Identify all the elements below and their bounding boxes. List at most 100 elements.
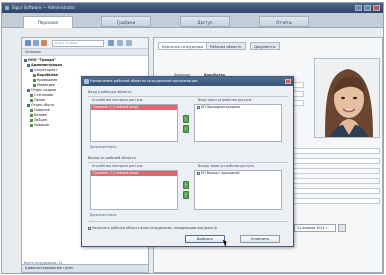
window-title: Sigur Software — Administrator: [12, 5, 76, 10]
date-field[interactable]: 21 апреля 2011 г.: [294, 224, 336, 232]
entry-right-header: Вход через устройства доступа: [198, 98, 252, 102]
calendar-icon[interactable]: [338, 224, 346, 232]
tab-schedules[interactable]: Графики: [101, 16, 151, 27]
search-input[interactable]: Поиск по базе: [52, 40, 104, 47]
employee-tree: ООО "Триада" Администрация Секретариат В…: [24, 58, 84, 128]
employee-photo-image: [315, 59, 379, 137]
person-icon: [33, 83, 36, 87]
list-item[interactable]: Турникет 1 (главный вход): [91, 105, 177, 110]
maximize-icon[interactable]: [364, 5, 371, 11]
dialog-title: Назначение рабочей области сотрудникам о…: [90, 79, 198, 83]
tree-item-label: Орлов: [34, 98, 46, 102]
checkbox[interactable]: [88, 226, 91, 230]
person-icon: [30, 108, 33, 112]
tree-item-label: Воробьёва: [37, 73, 58, 77]
cancel-button[interactable]: Отменить: [240, 235, 280, 243]
person-icon: [33, 78, 36, 82]
exit-assigned-list[interactable]: КП Выход с проходной: [194, 170, 282, 210]
checkbox[interactable]: [197, 171, 200, 175]
refresh-icon[interactable]: [126, 40, 132, 46]
select-button[interactable]: Выбрать: [185, 235, 225, 243]
info-field[interactable]: [284, 158, 380, 164]
employee-photo: [314, 58, 380, 138]
person-icon: [30, 113, 33, 117]
exit-right-header: Выход через устройства доступа: [198, 164, 254, 168]
tab-work-area[interactable]: Рабочая область: [206, 42, 246, 50]
search-icon[interactable]: [108, 40, 114, 46]
info-field[interactable]: [284, 188, 380, 194]
close-icon[interactable]: [285, 79, 291, 84]
divider: [88, 96, 288, 97]
tree-item-label: Смирнов: [34, 108, 50, 112]
tree-item[interactable]: Новиков: [24, 123, 84, 128]
employee-count: Всего сотрудников: 14: [24, 261, 63, 265]
assign-all-option[interactable]: Назначить рабочую область всем сотрудник…: [88, 226, 217, 230]
person-icon: [30, 123, 33, 127]
tab-employee-card[interactable]: Карточка сотрудника: [158, 42, 208, 50]
tab-documents[interactable]: Документы: [250, 42, 280, 50]
list-item[interactable]: КП Выход с проходной: [195, 171, 281, 176]
close-icon[interactable]: [373, 5, 380, 11]
info-field[interactable]: [284, 198, 380, 204]
assign-all-label: Назначить рабочую область всем сотрудник…: [92, 226, 217, 230]
edit-icon[interactable]: [33, 40, 39, 46]
person-icon: [30, 98, 33, 102]
minimize-icon[interactable]: [355, 5, 362, 11]
checkbox[interactable]: [197, 105, 200, 109]
app-icon: [5, 6, 9, 10]
tree-item-label: Новиков: [34, 123, 49, 127]
tree-item-label: Белова: [34, 113, 47, 117]
delete-icon[interactable]: [41, 40, 47, 46]
window-titlebar: Sigur Software — Administrator: [2, 3, 383, 13]
work-area-dialog: Назначение рабочей области сотрудникам о…: [81, 76, 294, 247]
tab-access[interactable]: Доступ: [180, 16, 230, 27]
move-right-icon[interactable]: ›: [183, 115, 189, 123]
divider: [88, 162, 288, 163]
person-icon: [30, 118, 33, 122]
folder-icon: [27, 88, 30, 92]
list-item-label: КП Выход с проходной: [201, 171, 240, 175]
info-field[interactable]: [284, 168, 380, 174]
entry-more-link[interactable]: Дополнительно: [90, 145, 116, 149]
tree-item-label: Зайцев: [34, 118, 47, 122]
tree-item-label: Кривошеев: [37, 78, 58, 82]
main-tab-bar: Персонал Графики Доступ Отчеты: [2, 13, 383, 28]
info-field[interactable]: [284, 178, 380, 184]
exit-more-link[interactable]: Дополнительно: [90, 213, 116, 217]
add-icon[interactable]: [25, 40, 31, 46]
tab-reports[interactable]: Отчеты: [259, 16, 309, 27]
folder-icon: [30, 68, 33, 72]
dialog-icon: [84, 79, 89, 84]
move-right-icon[interactable]: ›: [183, 181, 189, 189]
person-icon: [30, 93, 33, 97]
groups-admin-tab[interactable]: Администрирование групп: [22, 264, 148, 272]
tree-item-label: Администрация: [31, 63, 62, 67]
tree-header-label: Название: [25, 50, 41, 54]
tree-item-label: Медведев: [37, 83, 55, 87]
person-icon: [33, 73, 36, 77]
tab-personnel[interactable]: Персонал: [23, 16, 73, 28]
move-left-icon[interactable]: ‹: [183, 191, 189, 199]
folder-icon: [24, 58, 27, 62]
tree-item-label: Степанова: [34, 93, 54, 97]
entry-assigned-list[interactable]: КП Проходная входная: [194, 104, 282, 142]
tree-item-label: Отдел сбыта: [31, 103, 55, 107]
window-controls: [355, 5, 380, 11]
move-left-icon[interactable]: ‹: [183, 125, 189, 133]
tree-toolbar: Поиск по базе: [22, 38, 148, 49]
info-field[interactable]: [284, 148, 380, 154]
folder-icon: [27, 63, 30, 67]
entry-section-label: Вход в рабочую область: [88, 90, 132, 94]
tree-item-label: ООО "Триада": [28, 58, 56, 62]
tree-column-header: Название: [22, 49, 148, 56]
entry-devices-list[interactable]: Турникет 1 (главный вход): [90, 104, 178, 142]
exit-left-header: Устройства контроля доступа: [92, 164, 143, 168]
folder-icon: [27, 103, 30, 107]
exit-devices-list[interactable]: Турникет 2 (главный вход): [90, 170, 178, 210]
list-item[interactable]: КП Проходная входная: [195, 105, 281, 110]
application-window: Sigur Software — Administrator Персонал …: [1, 2, 384, 274]
exit-section-label: Выход из рабочей области: [88, 156, 136, 160]
filter-icon[interactable]: [117, 40, 123, 46]
list-item[interactable]: Турникет 2 (главный вход): [91, 171, 177, 176]
tree-item-label: Отдел кадров: [31, 88, 57, 92]
